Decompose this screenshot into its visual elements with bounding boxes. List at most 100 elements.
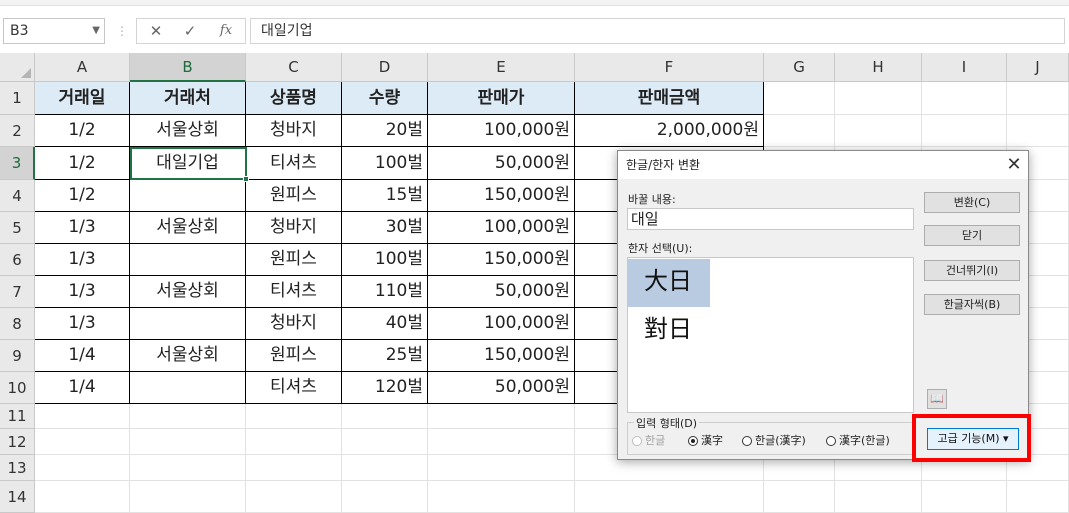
- cell[interactable]: [764, 82, 835, 115]
- column-header[interactable]: J: [1007, 53, 1069, 82]
- cell[interactable]: 15벌: [342, 180, 428, 212]
- cell[interactable]: [246, 481, 342, 513]
- cell[interactable]: [342, 481, 428, 513]
- cell[interactable]: [130, 481, 246, 513]
- cell[interactable]: 2,000,000원: [575, 115, 764, 147]
- row-header[interactable]: 9: [0, 340, 35, 372]
- close-icon[interactable]: ✕: [1002, 153, 1026, 177]
- column-header[interactable]: G: [764, 53, 835, 82]
- cell[interactable]: [35, 455, 130, 481]
- cell[interactable]: 100,000원: [428, 212, 575, 244]
- cell[interactable]: 서울상회: [130, 115, 246, 147]
- cell[interactable]: 100벌: [342, 244, 428, 276]
- cell[interactable]: [922, 115, 1007, 147]
- radio-hanja-hangul[interactable]: 漢字(한글): [826, 432, 890, 448]
- cell[interactable]: 50,000원: [428, 147, 575, 180]
- cell[interactable]: 티셔츠: [246, 147, 342, 180]
- cell[interactable]: 티셔츠: [246, 372, 342, 404]
- cell[interactable]: [835, 82, 922, 115]
- row-header[interactable]: 14: [0, 481, 35, 513]
- row-header[interactable]: 13: [0, 455, 35, 481]
- cell[interactable]: [130, 404, 246, 429]
- cell[interactable]: [575, 481, 764, 513]
- cell[interactable]: 1/4: [35, 340, 130, 372]
- cell[interactable]: [764, 115, 835, 147]
- cell[interactable]: [922, 82, 1007, 115]
- row-header[interactable]: 11: [0, 404, 35, 429]
- convert-button[interactable]: 변환(C): [924, 192, 1020, 213]
- chevron-down-icon[interactable]: ▼: [92, 19, 100, 43]
- cell[interactable]: [35, 481, 130, 513]
- cell[interactable]: 100,000원: [428, 115, 575, 147]
- cell[interactable]: 서울상회: [130, 340, 246, 372]
- cell[interactable]: 40벌: [342, 308, 428, 340]
- cell[interactable]: 50,000원: [428, 276, 575, 308]
- enter-icon[interactable]: ✓: [175, 19, 205, 43]
- cell[interactable]: [130, 455, 246, 481]
- cell[interactable]: 1/2: [35, 115, 130, 147]
- cell[interactable]: 대일기업: [130, 147, 246, 180]
- row-header[interactable]: 6: [0, 244, 35, 276]
- column-header[interactable]: I: [922, 53, 1007, 82]
- cell[interactable]: 25벌: [342, 340, 428, 372]
- cell[interactable]: 거래처: [130, 82, 246, 115]
- cell[interactable]: 20벌: [342, 115, 428, 147]
- cell[interactable]: 1/3: [35, 308, 130, 340]
- cell[interactable]: 판매금액: [575, 82, 764, 115]
- column-header[interactable]: D: [342, 53, 428, 82]
- cell[interactable]: [246, 404, 342, 429]
- word-field[interactable]: 대일: [627, 208, 914, 230]
- cell[interactable]: [246, 455, 342, 481]
- column-header[interactable]: E: [428, 53, 575, 82]
- name-box[interactable]: B3 ▼: [3, 18, 105, 44]
- cell[interactable]: 수량: [342, 82, 428, 115]
- cell[interactable]: [130, 244, 246, 276]
- fill-handle[interactable]: [243, 176, 249, 182]
- cell[interactable]: 청바지: [246, 308, 342, 340]
- cell[interactable]: 원피스: [246, 244, 342, 276]
- cell[interactable]: 판매가: [428, 82, 575, 115]
- cell[interactable]: [428, 455, 575, 481]
- cell[interactable]: 100,000원: [428, 308, 575, 340]
- hangul-char-button[interactable]: 한글자씩(B): [924, 294, 1020, 315]
- insert-function-icon[interactable]: fx: [211, 19, 241, 43]
- cell[interactable]: 원피스: [246, 340, 342, 372]
- hanja-option[interactable]: 對日: [628, 307, 710, 355]
- cell[interactable]: 100벌: [342, 147, 428, 180]
- close-button[interactable]: 닫기: [924, 225, 1020, 246]
- row-header[interactable]: 1: [0, 82, 35, 115]
- cell[interactable]: [246, 429, 342, 455]
- cell[interactable]: 50,000원: [428, 372, 575, 404]
- cell[interactable]: 서울상회: [130, 276, 246, 308]
- cell[interactable]: [130, 308, 246, 340]
- hanja-option[interactable]: 大日: [628, 259, 710, 307]
- column-header[interactable]: A: [35, 53, 130, 82]
- cell[interactable]: 1/3: [35, 244, 130, 276]
- cell[interactable]: [1007, 82, 1069, 115]
- row-header[interactable]: 8: [0, 308, 35, 340]
- cell[interactable]: 1/3: [35, 212, 130, 244]
- cell[interactable]: 거래일: [35, 82, 130, 115]
- cell[interactable]: [342, 404, 428, 429]
- cell[interactable]: [342, 455, 428, 481]
- cancel-icon[interactable]: ✕: [141, 19, 171, 43]
- cell[interactable]: 110벌: [342, 276, 428, 308]
- cell[interactable]: [342, 429, 428, 455]
- cell[interactable]: [35, 429, 130, 455]
- radio-hangul-hanja[interactable]: 한글(漢字): [742, 432, 806, 448]
- radio-hanja[interactable]: 漢字: [688, 432, 723, 448]
- cell[interactable]: 150,000원: [428, 244, 575, 276]
- cell[interactable]: [130, 180, 246, 212]
- column-header[interactable]: C: [246, 53, 342, 82]
- cell[interactable]: 150,000원: [428, 340, 575, 372]
- cell[interactable]: 150,000원: [428, 180, 575, 212]
- cell[interactable]: [835, 481, 922, 513]
- row-header[interactable]: 12: [0, 429, 35, 455]
- row-header[interactable]: 2: [0, 115, 35, 147]
- cell[interactable]: 원피스: [246, 180, 342, 212]
- column-header[interactable]: F: [575, 53, 764, 82]
- skip-button[interactable]: 건너뛰기(I): [924, 260, 1020, 281]
- cell[interactable]: [764, 481, 835, 513]
- cell[interactable]: 청바지: [246, 212, 342, 244]
- cell[interactable]: [428, 404, 575, 429]
